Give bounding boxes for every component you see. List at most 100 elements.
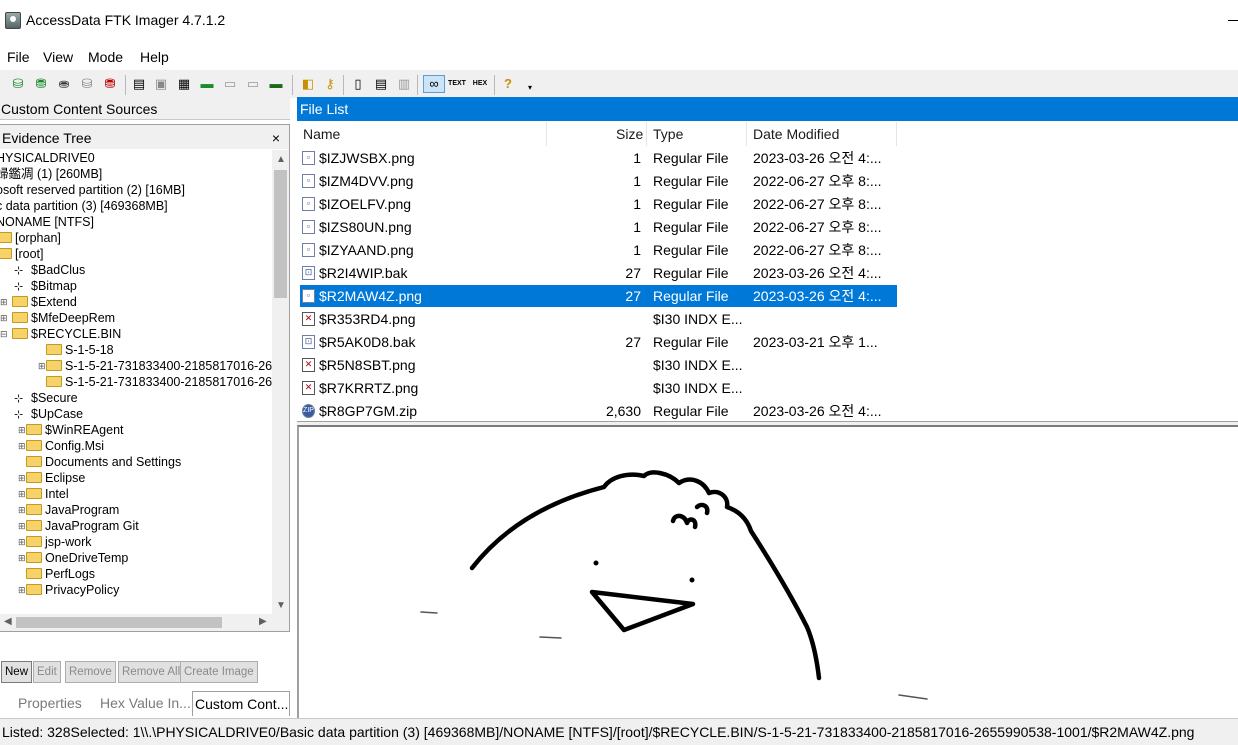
tree-node[interactable]: 婦鑑凋 (1) [260MB] — [0, 166, 102, 182]
expand-icon[interactable]: ⊞ — [18, 470, 26, 486]
add-all-evidence-icon[interactable]: ⛃ — [33, 76, 49, 92]
menu-view[interactable]: View — [43, 49, 73, 65]
scroll-left-icon[interactable]: ◀ — [4, 616, 12, 627]
image-mounting-icon[interactable]: ⛂ — [56, 76, 72, 92]
remove-evidence-icon[interactable]: ⛁ — [79, 76, 95, 92]
scrollbar-thumb[interactable] — [16, 617, 222, 628]
tree-node[interactable]: ⊞ OneDriveTemp — [4, 550, 128, 566]
file-row[interactable]: ▫ $R2MAW4Z.png 27 Regular File 2023-03-26 오전… — [300, 285, 897, 307]
create-image-button[interactable]: Create Image — [180, 661, 258, 683]
column-divider[interactable] — [896, 122, 897, 146]
tree-node[interactable]: [orphan] — [0, 230, 61, 246]
file-row[interactable]: ⊡ $R2I4WIP.bak 27 Regular File 2023-03-26 오전… — [300, 262, 897, 284]
tree-node[interactable]: NONAME [NTFS] — [0, 214, 94, 230]
file-row[interactable]: ▫ $IZYAAND.png 1 Regular File 2022-06-27 오후 … — [300, 239, 897, 261]
column-name[interactable]: Name — [303, 126, 340, 142]
tab-hex-value-interpreter[interactable]: Hex Value In... — [100, 695, 190, 711]
file-row[interactable]: ✕ $R353RD4.png $I30 INDX E... — [300, 308, 897, 330]
scrollbar-thumb[interactable] — [274, 170, 287, 298]
tree-node[interactable]: Documents and Settings — [4, 454, 181, 470]
expand-icon[interactable]: ⊞ — [0, 310, 8, 326]
column-date-modified[interactable]: Date Modified — [753, 126, 839, 142]
tree-node[interactable]: ⊞ Intel — [4, 486, 69, 502]
tree-node[interactable]: [root] — [0, 246, 44, 262]
tree-node[interactable]: ⊞ $MfeDeepRem — [0, 310, 115, 326]
tab-properties[interactable]: Properties — [18, 695, 82, 711]
file-row[interactable]: ▫ $IZM4DVV.png 1 Regular File 2022-06-27 오후 … — [300, 170, 897, 192]
tree-node[interactable]: ⊹ $BadClus — [6, 262, 85, 278]
add-evidence-icon[interactable]: ⛁ — [10, 76, 26, 92]
column-divider[interactable] — [746, 122, 747, 146]
tree-node[interactable]: ⊞ Config.Msi — [4, 438, 104, 454]
tree-vertical-scrollbar[interactable]: ▲ ▼ — [272, 150, 289, 616]
expand-icon[interactable]: ⊞ — [18, 486, 26, 502]
edit-button[interactable]: Edit — [33, 661, 61, 683]
collapse-icon[interactable]: ⊟ — [0, 326, 8, 342]
export-files-icon[interactable]: ▤ — [373, 76, 389, 92]
column-size[interactable]: Size — [616, 126, 643, 142]
tree-node[interactable]: ⊞ jsp-work — [4, 534, 92, 550]
tree-node[interactable]: ⊞ JavaProgram Git — [4, 518, 139, 534]
evidence-tree[interactable]: HYSICALDRIVE0 婦鑑凋 (1) [260MB] osoft reserv… — [0, 150, 272, 616]
tree-horizontal-scrollbar[interactable]: ◀ ▶ — [0, 614, 289, 631]
tree-node[interactable]: osoft reserved partition (2) [16MB] — [0, 182, 185, 198]
file-row[interactable]: ✕ $R7KRRTZ.png $I30 INDX E... — [300, 377, 897, 399]
expand-icon[interactable]: ⊞ — [18, 438, 26, 454]
export-disk-image-icon[interactable]: ▣ — [153, 76, 169, 92]
tree-node[interactable]: PerfLogs — [4, 566, 95, 582]
tree-node[interactable]: ⊞ PrivacyPolicy — [4, 582, 119, 598]
tree-node[interactable]: HYSICALDRIVE0 — [0, 150, 95, 166]
scroll-down-icon[interactable]: ▼ — [276, 600, 286, 611]
scroll-right-icon[interactable]: ▶ — [259, 616, 267, 627]
minimize-button[interactable] — [1228, 20, 1238, 21]
auto-view-icon[interactable]: ∞ — [423, 75, 445, 93]
remove-button[interactable]: Remove — [65, 661, 116, 683]
close-icon[interactable]: × — [272, 130, 280, 146]
file-row[interactable]: ▫ $IZJWSBX.png 1 Regular File 2023-03-26 오전 … — [300, 147, 897, 169]
capture-memory-icon[interactable]: ◧ — [300, 76, 316, 92]
add-to-custom-content-icon[interactable]: ▬ — [199, 76, 215, 92]
file-row[interactable]: ▫ $IZOELFV.png 1 Regular File 2022-06-27 오후 … — [300, 193, 897, 215]
column-divider[interactable] — [646, 122, 647, 146]
menu-help[interactable]: Help — [140, 49, 169, 65]
remove-all-evidence-icon[interactable]: ⛃ — [102, 76, 118, 92]
obtain-protected-files-icon[interactable]: ⚷ — [322, 76, 338, 92]
tree-node[interactable]: ⊞ $WinREAgent — [4, 422, 124, 438]
verify-drive-icon[interactable]: ▬ — [268, 76, 284, 92]
help-icon[interactable]: ? — [500, 76, 516, 92]
hex-view-icon[interactable]: HEX — [470, 76, 490, 92]
scroll-up-icon[interactable]: ▲ — [276, 154, 286, 165]
export-hash-list-icon[interactable]: ▥ — [396, 76, 412, 92]
tree-node[interactable]: ⊟ $RECYCLE.BIN — [0, 326, 121, 342]
file-row[interactable]: ZIP $R8GP7GM.zip 2,630 Regular File 2023-03-… — [300, 400, 897, 422]
new-button[interactable]: New — [1, 661, 33, 683]
expand-icon[interactable]: ⊞ — [18, 518, 26, 534]
tree-node[interactable]: ⊞ JavaProgram — [4, 502, 119, 518]
create-custom-content-image-icon[interactable]: ▭ — [222, 76, 238, 92]
tree-node[interactable]: c data partition (3) [469368MB] — [0, 198, 168, 214]
file-row[interactable]: ▫ $IZS80UN.png 1 Regular File 2022-06-27 오후 … — [300, 216, 897, 238]
create-disk-image-icon[interactable]: ▤ — [131, 76, 147, 92]
file-row[interactable]: ✕ $R5N8SBT.png $I30 INDX E... — [300, 354, 897, 376]
dropdown-arrow-icon[interactable]: ▾ — [522, 80, 538, 96]
expand-icon[interactable]: ⊞ — [18, 582, 26, 598]
tree-node[interactable]: ⊞ Eclipse — [4, 470, 85, 486]
expand-icon[interactable]: ⊞ — [38, 358, 46, 374]
expand-icon[interactable]: ⊞ — [18, 422, 26, 438]
column-divider[interactable] — [546, 122, 547, 146]
tab-custom-content[interactable]: Custom Cont... — [192, 691, 290, 716]
detect-encryption-icon[interactable]: ▯ — [350, 76, 366, 92]
decrypt-icon[interactable]: ▭ — [245, 76, 261, 92]
tree-node[interactable]: ⊞ $Extend — [0, 294, 77, 310]
file-list[interactable]: Name Size Type Date Modified ▫ $IZJWSBX.p… — [297, 122, 1238, 422]
tree-node[interactable]: ⊞ S-1-5-21-731833400-2185817016-2655990 — [24, 358, 272, 374]
tree-node[interactable]: ⊹ $Secure — [6, 390, 78, 406]
tree-node[interactable]: ⊹ $UpCase — [6, 406, 83, 422]
expand-icon[interactable]: ⊞ — [0, 294, 8, 310]
menu-file[interactable]: File — [7, 49, 30, 65]
expand-icon[interactable]: ⊞ — [18, 534, 26, 550]
export-logical-image-icon[interactable]: ▦ — [176, 76, 192, 92]
remove-all-button[interactable]: Remove All — [118, 661, 185, 683]
tree-node[interactable]: S-1-5-18 — [24, 342, 114, 358]
column-type[interactable]: Type — [653, 126, 683, 142]
